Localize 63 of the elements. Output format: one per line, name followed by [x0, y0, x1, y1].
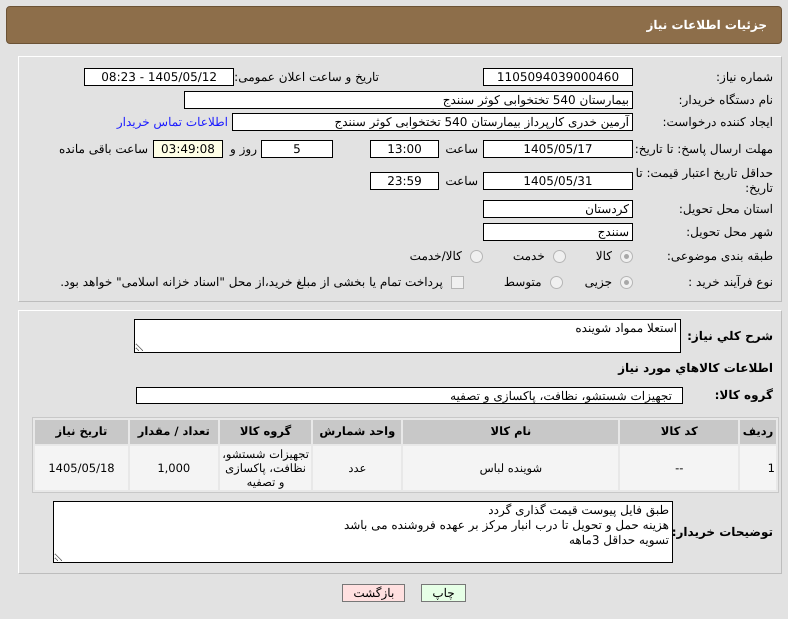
- column-header: نام کالا: [403, 420, 618, 444]
- field-label: ایجاد کننده درخواست:: [661, 114, 773, 130]
- radio-button[interactable]: [620, 250, 633, 262]
- back-button[interactable]: بازگشت: [342, 584, 406, 602]
- province-field: کردستان: [483, 200, 633, 218]
- field-label: توضیحات خریدار:: [673, 524, 773, 540]
- radio-label: متوسط: [504, 274, 542, 291]
- date-field: 1405/05/17: [483, 140, 633, 158]
- description-field[interactable]: استعلا ممواد شوینده: [134, 319, 681, 353]
- field-label: نام دستگاه خریدار:: [678, 92, 773, 108]
- radio-button[interactable]: [552, 250, 566, 262]
- field-label: حداقل تاریخ اعتبار قیمت: تا تاریخ:: [634, 166, 773, 196]
- column-header: واحد شمارش: [313, 420, 402, 444]
- table-cell: 1,000: [130, 446, 218, 490]
- goods-group-field: تجهیزات شستشو، نظافت، پاکسازی و تصفیه: [136, 386, 683, 404]
- field-label: شهر محل تحویل:: [685, 224, 773, 240]
- radio-label: خدمت: [512, 248, 545, 265]
- field-label: طبقه بندی موضوعی:: [666, 248, 773, 264]
- time-label: ساعت: [444, 141, 478, 158]
- days-field: 5: [261, 140, 333, 158]
- table-cell: شوینده لباس: [403, 446, 618, 490]
- field-label: تاریخ و ساعت اعلان عمومی:: [234, 69, 379, 86]
- column-header: کد کالا: [620, 420, 738, 444]
- number-field: 1105094039000460: [483, 68, 633, 86]
- radio-label: کالا/خدمت: [410, 248, 462, 265]
- datetime-field: 1405/05/12 - 08:23: [84, 68, 234, 86]
- section-title: اطلاعات کالاهاي مورد نياز: [616, 360, 774, 377]
- column-header: گروه کالا: [220, 420, 312, 444]
- city-field: سنندج: [483, 223, 633, 241]
- field-label: شماره نیاز:: [715, 70, 773, 84]
- radio-label: کالا: [596, 248, 612, 265]
- radio-label: جزیی: [584, 274, 612, 291]
- requester-field: آرمین خدری کارپرداز بیمارستان 540 تختخوابی کوثر سنندج: [232, 113, 633, 131]
- notes-field[interactable]: طبق فایل پیوست قیمت گذاری گردد هزینه حمل و تحویل تا درب انبار مرکز بر عهده فروشنده می باشد تسویه حداقل 3ماهه: [53, 501, 673, 563]
- print-button[interactable]: چاپ: [421, 584, 466, 602]
- days-label: روز و: [230, 141, 257, 158]
- column-header: ردیف: [740, 420, 776, 444]
- radio-button[interactable]: [470, 250, 483, 262]
- field-label: مهلت ارسال پاسخ: تا تاریخ:: [634, 142, 773, 156]
- remaining-field: 03:49:08: [153, 140, 223, 158]
- radio-button[interactable]: [620, 276, 633, 288]
- time-field: 23:59: [370, 172, 439, 190]
- table-cell: عدد: [313, 446, 402, 490]
- field-label: استان محل تحویل:: [678, 202, 773, 216]
- column-header: تاریخ نیاز: [35, 420, 128, 444]
- radio-button[interactable]: [550, 276, 563, 288]
- column-header: تعداد / مقدار: [130, 420, 218, 444]
- table-cell: تجهیزات شستشو، نظافت، پاکسازی و تصفیه: [220, 446, 312, 490]
- contact-link[interactable]: اطلاعات تماس خریدار: [116, 113, 228, 131]
- time-field: 13:00: [370, 140, 439, 158]
- field-label: گروه کالا:: [714, 388, 773, 402]
- page-title: جزئیات اطلاعات نیاز: [646, 17, 767, 34]
- field-label: شرح کلي نياز:: [686, 328, 773, 344]
- checkbox-label: پرداخت تمام یا بخشی از مبلغ خرید،از محل "اسناد خزانه اسلامی" خواهد بود.: [60, 274, 443, 291]
- field-label: نوع فرآیند خرید :: [687, 274, 773, 290]
- time-label: ساعت: [444, 173, 478, 190]
- table-cell: 1405/05/18: [35, 446, 128, 490]
- table-cell: 1: [740, 446, 776, 490]
- buyer-field: بیمارستان 540 تختخوابی کوثر سنندج: [184, 91, 633, 109]
- table-cell: --: [620, 446, 738, 490]
- checkbox[interactable]: [450, 276, 464, 288]
- date-field: 1405/05/31: [483, 172, 633, 190]
- remaining-label: ساعت باقی مانده: [58, 141, 148, 158]
